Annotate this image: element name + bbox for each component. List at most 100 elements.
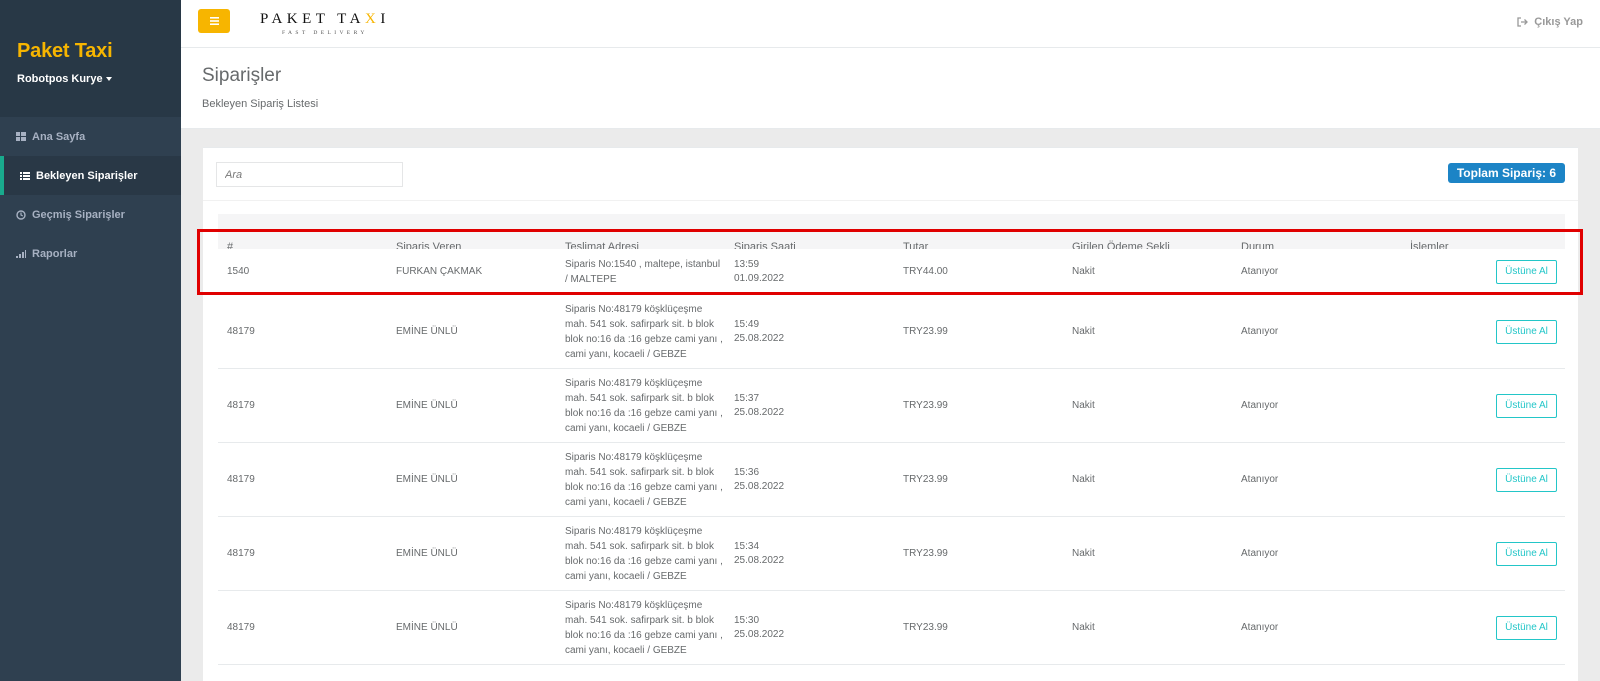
table-row: 48179 EMİNE ÜNLÜ Siparis No:48179 köşklü… <box>218 591 1565 665</box>
user-dropdown[interactable]: Robotpos Kurye <box>17 73 112 85</box>
order-status: Atanıyor <box>1241 326 1279 337</box>
delivery-address: Siparis No:48179 köşklüçeşme mah. 541 so… <box>565 599 723 656</box>
paket-taxi-logo: PAKET TAXI FAST DELIVERY <box>260 11 410 39</box>
order-id: 48179 <box>227 400 255 411</box>
payment-method: Nakit <box>1072 622 1095 633</box>
sidebar-item-label: Ana Sayfa <box>32 130 86 143</box>
take-order-button[interactable]: Üstüne Al <box>1496 393 1557 418</box>
order-amount: TRY23.99 <box>903 400 948 411</box>
sidebar-item-bekleyen-siparisler[interactable]: Bekleyen Siparişler <box>0 156 181 195</box>
sidebar-item-raporlar[interactable]: Raporlar <box>0 234 181 273</box>
order-id: 48179 <box>227 548 255 559</box>
order-id: 48179 <box>227 622 255 633</box>
take-order-button[interactable]: Üstüne Al <box>1496 541 1557 566</box>
sidebar-item-gecmis-siparisler[interactable]: Geçmiş Siparişler <box>0 195 181 234</box>
customer-name: EMİNE ÜNLÜ <box>396 548 458 559</box>
take-order-button[interactable]: Üstüne Al <box>1496 467 1557 492</box>
actions-cell: Üstüne Al <box>1401 393 1565 418</box>
order-amount: TRY23.99 <box>903 474 948 485</box>
order-id: 48179 <box>227 474 255 485</box>
actions-cell: Üstüne Al <box>1401 259 1565 284</box>
column-header-amount[interactable]: Tutar <box>894 232 1063 249</box>
customer-name: EMİNE ÜNLÜ <box>396 474 458 485</box>
page-heading: Siparişler Bekleyen Sipariş Listesi <box>181 48 1600 129</box>
logout-label: Çıkış Yap <box>1534 16 1583 28</box>
order-id: 48179 <box>227 326 255 337</box>
dashboard-icon <box>16 132 26 142</box>
actions-cell: Üstüne Al <box>1401 541 1565 566</box>
order-amount: TRY44.00 <box>903 266 948 277</box>
sign-out-icon <box>1517 17 1529 27</box>
payment-method: Nakit <box>1072 400 1095 411</box>
take-order-button[interactable]: Üstüne Al <box>1496 615 1557 640</box>
caret-down-icon <box>105 77 112 82</box>
actions-cell: Üstüne Al <box>1401 615 1565 640</box>
table-row: 48179 EMİNE ÜNLÜ Siparis No:48179 köşklü… <box>218 517 1565 591</box>
delivery-address: Siparis No:48179 köşklüçeşme mah. 541 so… <box>565 303 723 360</box>
sidebar-profile: Paket Taxi Robotpos Kurye <box>0 0 181 117</box>
top-navbar: PAKET TAXI FAST DELIVERY Çıkış Yap <box>181 0 1600 48</box>
page-title: Siparişler <box>202 65 282 86</box>
delivery-address: Siparis No:48179 köşklüçeşme mah. 541 so… <box>565 451 723 508</box>
column-header-time[interactable]: Sipariş Saati <box>725 232 894 249</box>
column-header-status[interactable]: Durum <box>1232 232 1401 249</box>
column-header-id[interactable]: # <box>218 232 387 249</box>
table-row: 1540 FURKAN ÇAKMAK Siparis No:1540 , mal… <box>218 249 1565 295</box>
delivery-address: Siparis No:48179 köşklüçeşme mah. 541 so… <box>565 377 723 434</box>
order-amount: TRY23.99 <box>903 548 948 559</box>
order-status: Atanıyor <box>1241 400 1279 411</box>
order-time: 15:36 25.08.2022 <box>734 466 785 492</box>
order-status: Atanıyor <box>1241 622 1279 633</box>
delivery-address: Siparis No:48179 köşklüçeşme mah. 541 so… <box>565 525 723 582</box>
take-order-button[interactable]: Üstüne Al <box>1496 319 1557 344</box>
menu-toggle-button[interactable] <box>198 9 230 33</box>
customer-name: FURKAN ÇAKMAK <box>396 266 483 277</box>
order-amount: TRY23.99 <box>903 622 948 633</box>
sidebar-item-label: Bekleyen Siparişler <box>36 169 138 182</box>
customer-name: EMİNE ÜNLÜ <box>396 622 458 633</box>
customer-name: EMİNE ÜNLÜ <box>396 326 458 337</box>
payment-method: Nakit <box>1072 474 1095 485</box>
user-name: Robotpos Kurye <box>17 73 103 85</box>
column-header-actions: İşlemler <box>1410 241 1449 249</box>
order-status: Atanıyor <box>1241 548 1279 559</box>
order-id: 1540 <box>227 266 250 277</box>
order-time: 15:37 25.08.2022 <box>734 392 785 418</box>
orders-table: # Sipariş Veren Teslimat Adresi Sipariş … <box>218 214 1565 665</box>
clock-icon <box>16 209 26 220</box>
sidebar-item-label: Raporlar <box>32 247 78 260</box>
payment-method: Nakit <box>1072 548 1095 559</box>
table-row: 48179 EMİNE ÜNLÜ Siparis No:48179 köşklü… <box>218 369 1565 443</box>
logout-link[interactable]: Çıkış Yap <box>1517 16 1583 28</box>
sidebar-item-ana-sayfa[interactable]: Ana Sayfa <box>0 117 181 156</box>
sidebar: Paket Taxi Robotpos Kurye Ana Sayfa Bekl… <box>0 0 181 681</box>
hamburger-icon <box>209 17 219 25</box>
take-order-button[interactable]: Üstüne Al <box>1496 259 1557 284</box>
column-header-customer[interactable]: Sipariş Veren <box>387 232 556 249</box>
search-input[interactable] <box>216 162 403 187</box>
column-header-address[interactable]: Teslimat Adresi <box>556 232 725 249</box>
order-time: 13:59 01.09.2022 <box>734 258 785 284</box>
order-amount: TRY23.99 <box>903 326 948 337</box>
order-time: 15:49 25.08.2022 <box>734 318 785 344</box>
sidebar-item-label: Geçmiş Siparişler <box>32 208 125 221</box>
brand-name: Paket Taxi <box>17 40 113 62</box>
orders-panel: Toplam Sipariş: 6 # Sipariş Veren Teslim… <box>203 147 1578 681</box>
order-time: 15:34 25.08.2022 <box>734 540 785 566</box>
divider <box>203 200 1578 201</box>
payment-method: Nakit <box>1072 326 1095 337</box>
page-subtitle: Bekleyen Sipariş Listesi <box>202 98 319 110</box>
column-header-payment[interactable]: Girilen Ödeme Şekli <box>1063 232 1232 249</box>
bar-chart-icon <box>16 249 26 259</box>
table-row: 48179 EMİNE ÜNLÜ Siparis No:48179 köşklü… <box>218 443 1565 517</box>
order-status: Atanıyor <box>1241 474 1279 485</box>
table-row: 48179 EMİNE ÜNLÜ Siparis No:48179 köşklü… <box>218 295 1565 369</box>
logo-text: PAKET TAXI <box>260 11 390 27</box>
order-status: Atanıyor <box>1241 266 1279 277</box>
table-header: # Sipariş Veren Teslimat Adresi Sipariş … <box>218 214 1565 249</box>
actions-cell: Üstüne Al <box>1401 319 1565 344</box>
delivery-address: Siparis No:1540 , maltepe, istanbul / MA… <box>565 258 721 285</box>
total-orders-badge: Toplam Sipariş: 6 <box>1447 163 1565 183</box>
payment-method: Nakit <box>1072 266 1095 277</box>
list-icon <box>20 171 30 181</box>
